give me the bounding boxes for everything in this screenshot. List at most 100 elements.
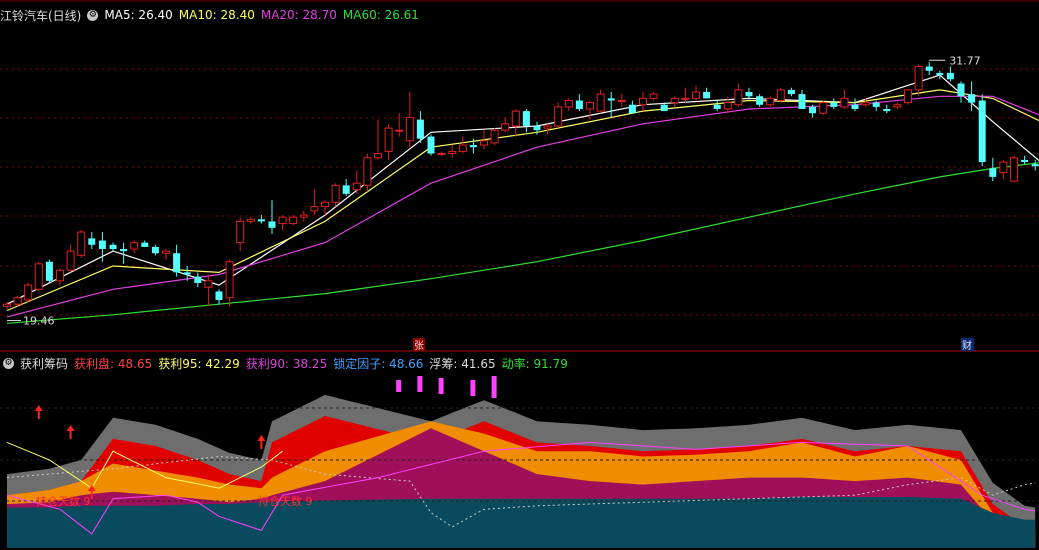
candle [1021, 155, 1029, 165]
profit-label: 获利盘: 48.65 [74, 356, 153, 371]
ma10-label: MA10: 28.40 [178, 8, 255, 22]
candle-body [1031, 164, 1039, 167]
candle-body [925, 66, 933, 71]
candle-body [480, 140, 488, 146]
candle-body [405, 116, 414, 142]
candle-body [257, 219, 265, 222]
candle-body [204, 280, 213, 288]
candle-body [77, 231, 86, 256]
candle [703, 87, 711, 99]
candle [215, 289, 223, 305]
candle-body [914, 66, 923, 91]
candle-body [1010, 157, 1018, 182]
candle [989, 157, 997, 182]
candle [596, 89, 605, 114]
candle-body [448, 150, 457, 155]
candle-body [904, 89, 912, 104]
candle-body [120, 249, 128, 252]
candle-body [331, 184, 340, 203]
candle [723, 96, 732, 114]
candle [88, 232, 96, 250]
candle-body [703, 92, 711, 99]
candle [458, 136, 467, 154]
candle [575, 94, 583, 112]
candle-body [130, 242, 139, 250]
candle-body [861, 102, 870, 106]
candle-body [554, 106, 563, 127]
candle [151, 244, 159, 256]
stock-chart-canvas: 31.77 19.46 张 财持仓天数 9 持仓天数 9 [0, 0, 1039, 548]
ma20-label: MA20: 28.70 [260, 8, 337, 22]
candle [246, 217, 255, 224]
candle [130, 240, 139, 254]
candle-body [56, 269, 64, 282]
settings-gear-icon[interactable]: ⚙ [87, 9, 99, 21]
candle-body [809, 106, 817, 114]
candle [427, 134, 435, 156]
candle-body [278, 216, 287, 225]
candle-body [543, 125, 552, 129]
candle-body [522, 111, 530, 126]
high-label: 31.77 [949, 54, 981, 67]
candle [840, 89, 849, 109]
magenta-signal-bar [396, 380, 402, 392]
candle [628, 100, 636, 114]
lock-factor-label: 锁定因子: 48.66 [333, 356, 424, 371]
candle-body [458, 144, 467, 152]
candle-body [564, 100, 573, 108]
candle [1010, 155, 1018, 182]
candle-body [872, 102, 880, 107]
momentum-label: 动率: 91.79 [501, 356, 568, 371]
candle-body [756, 96, 764, 105]
candle-body [151, 246, 159, 254]
candle [352, 170, 361, 194]
candle-body [427, 136, 435, 154]
candle-body [533, 125, 541, 131]
candle [194, 272, 202, 288]
candle-body [607, 98, 615, 101]
candle [77, 229, 86, 258]
candle-body [384, 127, 393, 152]
candle-body [670, 97, 679, 104]
candle [586, 100, 594, 120]
candle [405, 92, 414, 148]
signal-arrow [66, 425, 75, 439]
candle-body [268, 221, 276, 228]
candle [681, 87, 690, 103]
zhang-marker: 张 [413, 338, 425, 352]
zhang-marker-label: 张 [414, 340, 424, 352]
candle-body [310, 206, 319, 212]
candle-body [225, 261, 234, 299]
candle [363, 153, 372, 192]
signal-arrow [257, 435, 266, 449]
candle [331, 183, 340, 207]
candle-body [374, 153, 382, 159]
candle [893, 102, 902, 109]
candle [639, 92, 647, 112]
candle [342, 179, 350, 196]
candle-body [98, 240, 106, 250]
candle-body [437, 153, 446, 156]
candle [289, 215, 298, 226]
sub-settings-gear-icon[interactable]: ⚙ [3, 357, 14, 369]
candle-body [299, 214, 308, 218]
candle-body [692, 91, 700, 99]
magenta-signal-bar [438, 378, 444, 394]
candle [173, 244, 181, 277]
candle [925, 62, 933, 76]
low-label: 19.46 [23, 315, 55, 328]
candle [310, 189, 319, 216]
candle-body [957, 83, 965, 97]
magenta-signal-bar [417, 376, 423, 392]
candle [1031, 159, 1039, 171]
candle-body [989, 168, 997, 177]
candle [756, 94, 764, 107]
candle-body [883, 108, 891, 112]
float-chips-label: 浮筹: 41.65 [429, 356, 496, 371]
candle [45, 259, 53, 283]
candle [374, 119, 382, 160]
candle-body [511, 110, 520, 127]
candle-body [639, 97, 647, 106]
candle [883, 104, 891, 114]
arrow-head [257, 435, 266, 441]
